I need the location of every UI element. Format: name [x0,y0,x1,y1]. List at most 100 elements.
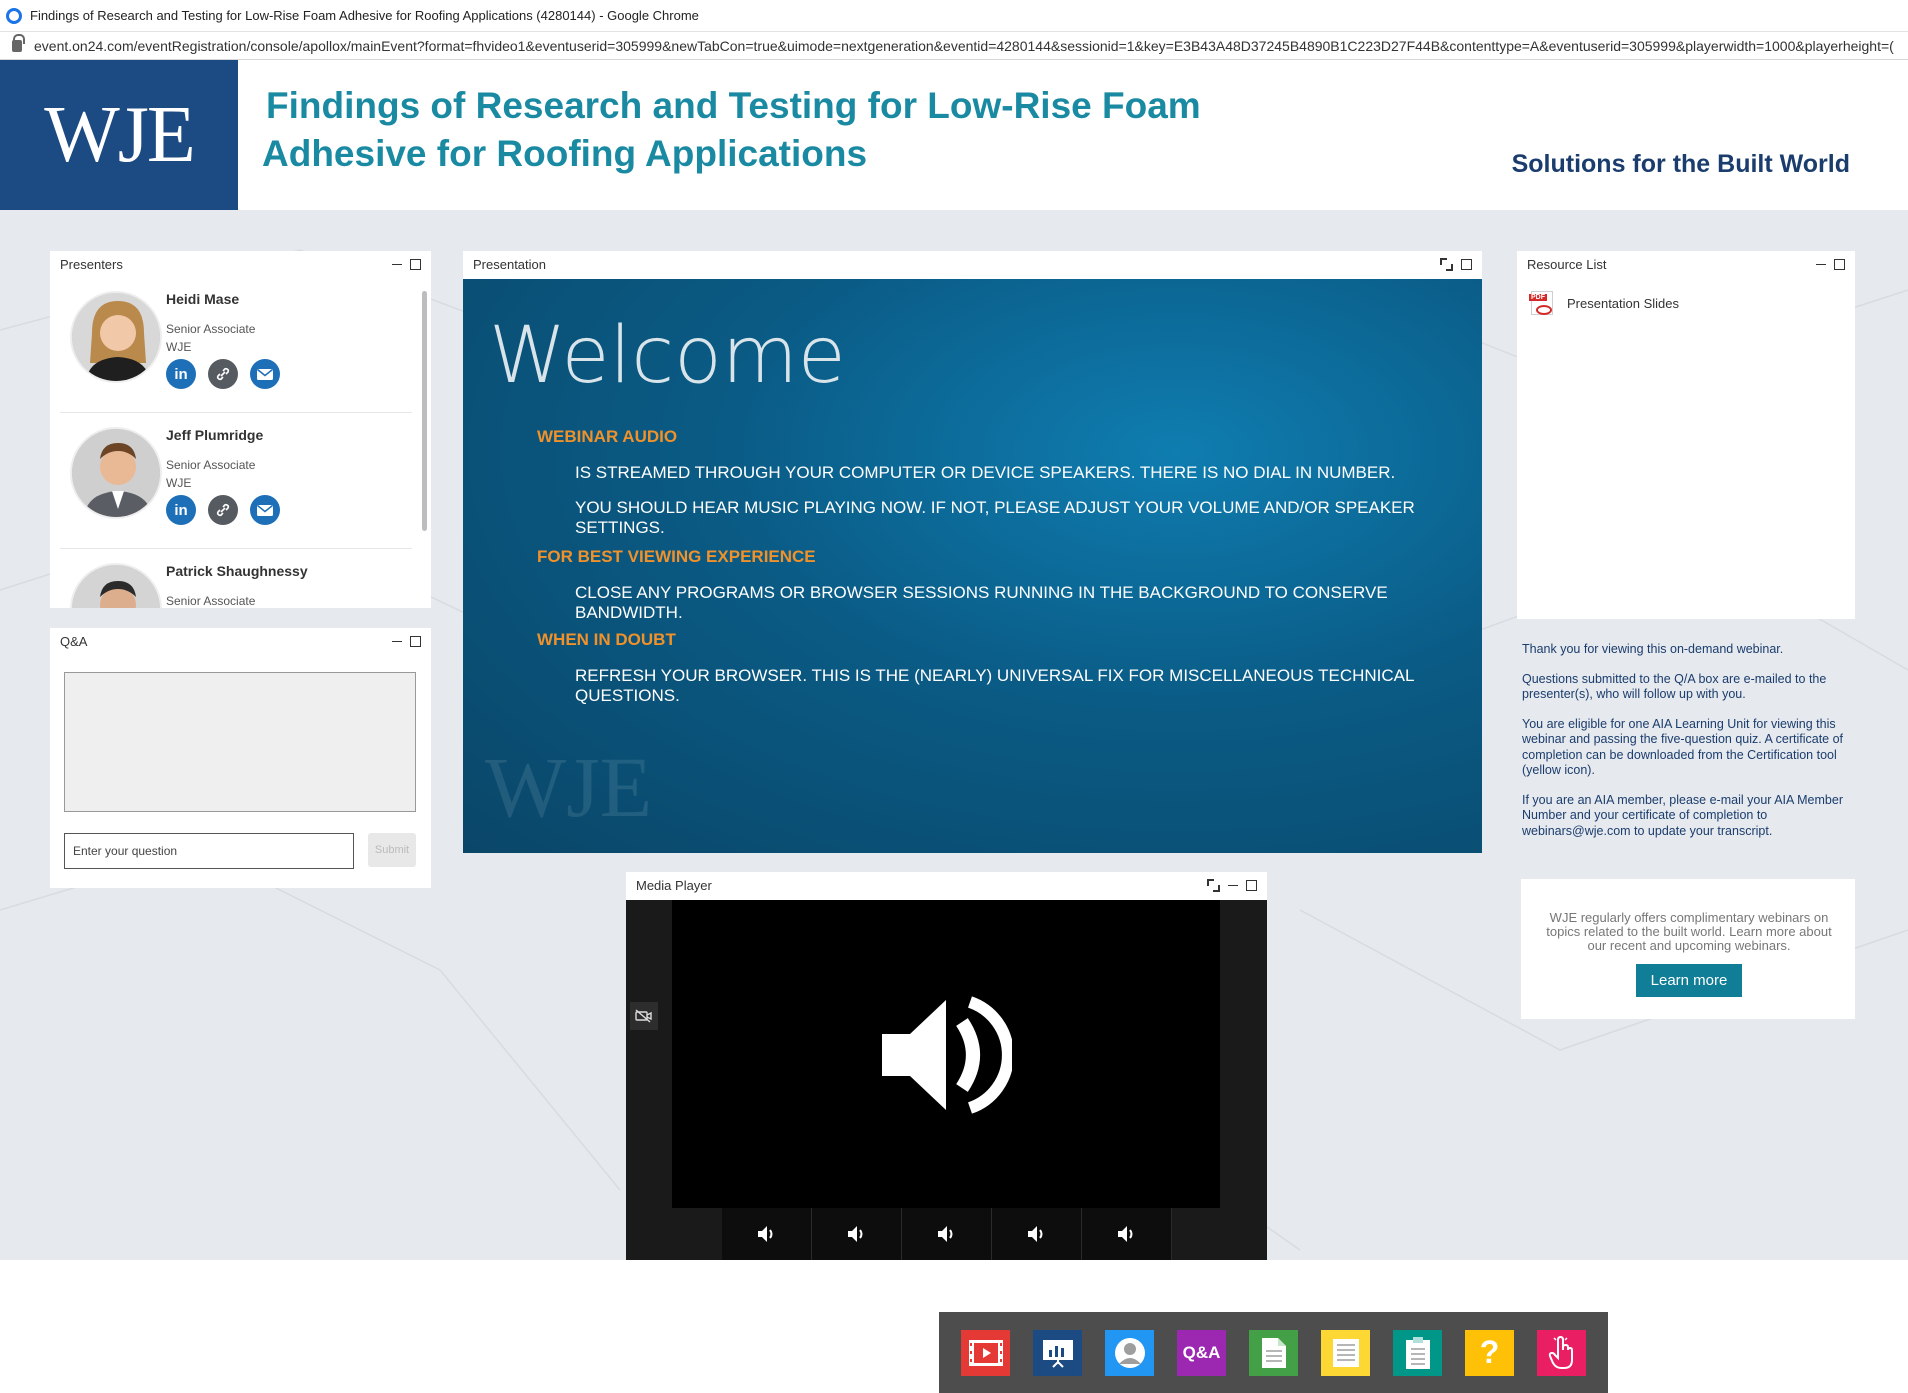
info-paragraph: Thank you for viewing this on-demand web… [1522,642,1784,656]
event-title-line2: Adhesive for Roofing Applications [262,133,868,174]
email-icon[interactable] [250,359,280,389]
window-title: Findings of Research and Testing for Low… [30,8,699,23]
avatar [70,427,162,519]
section-line: YOU SHOULD HEAR MUSIC PLAYING NOW. IF NO… [575,498,1415,537]
resource-item-presentation-slides[interactable]: Presentation Slides [1529,291,1679,315]
video-off-icon[interactable] [630,1002,658,1030]
section-heading: WHEN IN DOUBT [537,630,676,649]
url-text[interactable]: event.on24.com/eventRegistration/console… [34,38,1894,54]
link-icon[interactable] [208,359,238,389]
presentation-panel-title: Presentation [473,256,546,272]
lock-icon[interactable] [12,33,25,52]
certification-tool[interactable] [1537,1329,1586,1376]
resource-list-header: Resource List [1517,251,1855,277]
qa-tool[interactable]: Q&A [1177,1329,1226,1376]
media-player-title: Media Player [636,877,712,893]
presenter-role: Senior Associate [166,594,256,608]
presentation-panel-header: Presentation [463,251,1482,277]
volume-icon [847,1226,862,1242]
resource-list-panel: Resource List Presentation Slides [1517,251,1855,619]
browser-title-bar: Findings of Research and Testing for Low… [0,0,1908,32]
chrome-icon [6,7,22,24]
email-icon[interactable] [250,495,280,525]
address-bar[interactable]: event.on24.com/eventRegistration/console… [0,32,1908,60]
maximize-icon[interactable] [410,635,421,647]
volume-icon [757,1226,772,1242]
fullscreen-icon[interactable] [1440,257,1453,271]
speaker-icon [882,996,1012,1114]
survey-tool[interactable] [1393,1329,1442,1376]
submit-button[interactable]: Submit [368,833,416,867]
info-paragraph: Questions submitted to the Q/A box are e… [1522,671,1827,702]
presenters-panel-header: Presenters [50,251,431,277]
minimize-icon[interactable] [1816,263,1826,265]
section-line: REFRESH YOUR BROWSER. THIS IS THE (NEARL… [575,666,1414,705]
presenter-role: Senior Associate [166,458,256,472]
presentation-panel: Presentation Welcome WEBINAR AUDIO IS ST… [463,251,1482,853]
presenter-card: Patrick Shaughnessy Senior Associate [60,549,412,608]
hand-pointer-icon [1548,1335,1573,1369]
linkedin-icon[interactable]: in [166,359,196,389]
console-toolbar: Q&A ? [939,1312,1608,1393]
presenter-card: Heidi Mase Senior Associate WJE in [60,277,412,413]
section-heading: FOR BEST VIEWING EXPERIENCE [537,547,816,566]
section-line: CLOSE ANY PROGRAMS OR BROWSER SESSIONS R… [575,583,1388,622]
minimize-icon[interactable] [1228,884,1238,886]
presenter-name: Jeff Plumridge [166,427,264,443]
link-icon[interactable] [208,495,238,525]
notes-tool[interactable] [1321,1329,1370,1376]
minimize-icon[interactable] [392,640,402,642]
maximize-icon[interactable] [1461,258,1472,270]
volume-icon [1117,1226,1132,1242]
qa-panel-header: Q&A [50,628,431,654]
resource-label[interactable]: Presentation Slides [1567,296,1679,311]
presenter-role: Senior Associate [166,322,256,336]
info-paragraph: If you are an AIA member, please e-mail … [1522,792,1843,838]
presenters-scrollbar[interactable] [422,291,427,531]
presenter-card: Jeff Plumridge Senior Associate WJE in [60,413,412,549]
presenter-list[interactable]: Heidi Mase Senior Associate WJE in Jeff … [50,277,431,608]
wje-logo: WJE [0,60,238,210]
presenters-tool[interactable] [1105,1329,1154,1376]
maximize-icon[interactable] [1834,258,1845,270]
presenter-name: Heidi Mase [166,291,240,307]
volume-button[interactable] [992,1208,1082,1260]
presentation-tool[interactable] [1033,1329,1082,1376]
event-title-line1: Findings of Research and Testing for Low… [266,85,1201,126]
volume-button[interactable] [902,1208,992,1260]
qa-tool-label: Q&A [1182,1342,1221,1362]
slides-icon [1042,1339,1073,1368]
document-icon [1261,1337,1286,1368]
audio-button-row [722,1208,1172,1260]
slide-title: Welcome [489,311,846,401]
volume-button[interactable] [1082,1208,1172,1260]
volume-button[interactable] [812,1208,902,1260]
fullscreen-icon[interactable] [1207,878,1220,892]
media-player-body [626,900,1267,1260]
event-header: WJE Findings of Research and Testing for… [0,60,1908,210]
linkedin-icon[interactable]: in [166,495,196,525]
help-tool[interactable]: ? [1465,1329,1514,1376]
media-player-tool[interactable] [961,1329,1010,1376]
maximize-icon[interactable] [410,258,421,270]
presenters-panel: Presenters Heidi Mase Senior Associate W… [50,251,431,608]
presenter-name: Patrick Shaughnessy [166,563,308,579]
presenters-panel-title: Presenters [60,256,123,272]
volume-button[interactable] [722,1208,812,1260]
event-title: Findings of Research and Testing for Low… [262,82,1266,178]
maximize-icon[interactable] [1246,879,1257,891]
media-screen[interactable] [672,900,1220,1208]
volume-icon [937,1226,952,1242]
clipboard-icon [1405,1336,1430,1369]
avatar [70,291,162,383]
tagline: Solutions for the Built World [1511,150,1850,178]
question-input[interactable] [64,833,354,869]
presenter-org: WJE [166,340,192,354]
info-paragraph: You are eligible for one AIA Learning Un… [1522,716,1844,778]
slide: Welcome WEBINAR AUDIO IS STREAMED THROUG… [463,279,1482,853]
resources-tool[interactable] [1249,1329,1298,1376]
qa-panel: Q&A Submit [50,628,431,888]
presenter-org: WJE [166,476,192,490]
minimize-icon[interactable] [392,263,402,265]
learn-more-button[interactable]: Learn more [1636,964,1742,997]
